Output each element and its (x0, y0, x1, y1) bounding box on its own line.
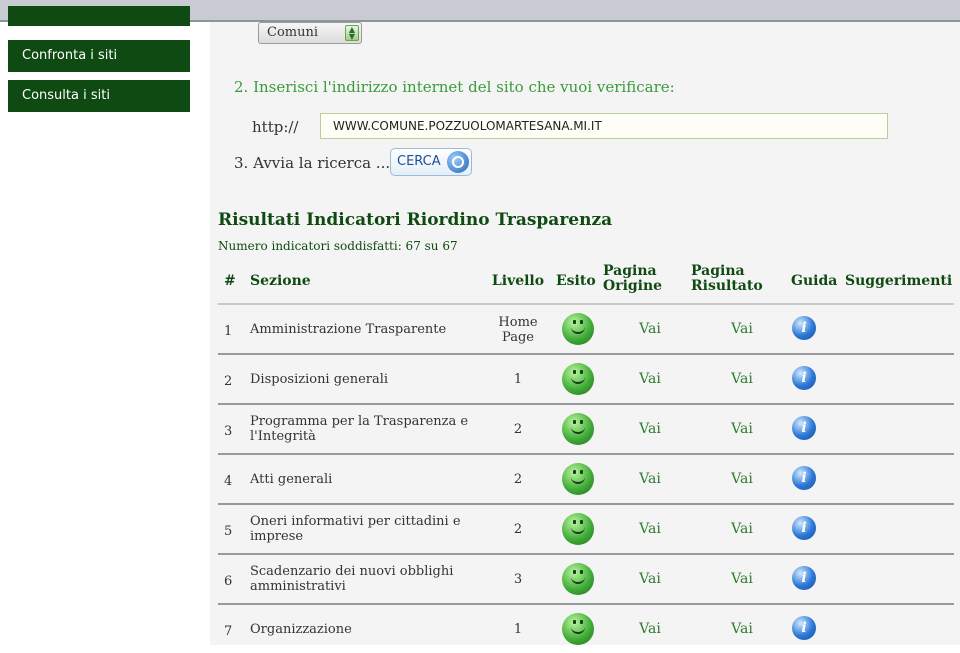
smiley-ok-icon (562, 413, 594, 445)
vai-risultato-link[interactable]: Vai (712, 422, 772, 437)
header-esito: Esito (556, 273, 596, 289)
step-3-label: 3. Avvia la ricerca ... (234, 154, 390, 172)
info-icon[interactable]: i (792, 366, 816, 390)
vai-origine-link[interactable]: Vai (630, 472, 670, 487)
header-pagina-risultato: Pagina Risultato (691, 263, 763, 294)
cerca-button[interactable]: CERCA (390, 148, 472, 176)
info-icon[interactable]: i (792, 566, 816, 590)
row-livello: 1 (513, 622, 523, 637)
smiley-ok-icon (562, 463, 594, 495)
vai-risultato-link[interactable]: Vai (712, 622, 772, 637)
row-num: 1 (224, 324, 233, 339)
cerca-label: CERCA (397, 154, 441, 169)
sidebar-item-confronta[interactable]: Confronta i siti (8, 40, 190, 72)
row-num: 6 (224, 574, 233, 589)
header-pagina-origine: Pagina Origine (603, 263, 663, 294)
row-sezione: Amministrazione Trasparente (250, 322, 447, 337)
step-3-number: 3. (234, 154, 249, 172)
vai-origine-link[interactable]: Vai (630, 422, 670, 437)
row-livello: 1 (513, 372, 523, 387)
vai-risultato-link[interactable]: Vai (712, 472, 772, 487)
table-header: # Sezione Livello Esito Pagina Origine P… (218, 258, 954, 305)
row-livello: 2 (513, 522, 523, 537)
step-2-label: 2. Inserisci l'indirizzo internet del si… (234, 78, 675, 96)
search-icon (447, 151, 469, 173)
vai-risultato-link[interactable]: Vai (712, 522, 772, 537)
row-num: 4 (224, 474, 233, 489)
select-stepper-icon[interactable]: ▲ ▼ (345, 25, 359, 41)
row-num: 3 (224, 424, 233, 439)
info-icon[interactable]: i (792, 416, 816, 440)
info-icon[interactable]: i (792, 616, 816, 640)
url-input[interactable] (320, 113, 888, 139)
sidebar-item-partial[interactable] (8, 6, 190, 26)
info-icon[interactable]: i (792, 516, 816, 540)
row-num: 7 (224, 624, 233, 639)
smiley-ok-icon (562, 513, 594, 545)
header-sezione: Sezione (250, 273, 311, 289)
row-livello: 2 (513, 472, 523, 487)
row-livello: Home Page (498, 315, 538, 345)
table-row: 5 Oneri informativi per cittadini e impr… (218, 505, 954, 555)
row-sezione: Programma per la Trasparenza e l'Integri… (250, 414, 469, 444)
vai-origine-link[interactable]: Vai (630, 572, 670, 587)
table-row: 2 Disposizioni generali 1 Vai Vai i (218, 355, 954, 405)
row-sezione: Atti generali (250, 472, 333, 487)
header-guida: Guida (791, 273, 838, 289)
results-title: Risultati Indicatori Riordino Trasparenz… (218, 210, 613, 230)
type-select[interactable]: Comuni ▲ ▼ (258, 22, 362, 44)
smiley-ok-icon (562, 613, 594, 645)
header-suggerimenti: Suggerimenti (845, 273, 953, 289)
info-icon[interactable]: i (792, 316, 816, 340)
smiley-ok-icon (562, 313, 594, 345)
type-select-value: Comuni (267, 25, 319, 40)
table-row: 7 Organizzazione 1 Vai Vai i (218, 605, 954, 653)
table-row: 1 Amministrazione Trasparente Home Page … (218, 305, 954, 355)
header-num: # (224, 273, 236, 289)
sidebar-item-consulta[interactable]: Consulta i siti (8, 80, 190, 112)
table-row: 3 Programma per la Trasparenza e l'Integ… (218, 405, 954, 455)
vai-risultato-link[interactable]: Vai (712, 322, 772, 337)
info-icon[interactable]: i (792, 466, 816, 490)
results-count: Numero indicatori soddisfatti: 67 su 67 (218, 239, 458, 253)
header-livello: Livello (491, 273, 545, 289)
row-livello: 2 (513, 422, 523, 437)
table-row: 6 Scadenzario dei nuovi obblighi amminis… (218, 555, 954, 605)
smiley-ok-icon (562, 563, 594, 595)
http-prefix: http:// (252, 118, 299, 136)
table-row: 4 Atti generali 2 Vai Vai i (218, 455, 954, 505)
vai-origine-link[interactable]: Vai (630, 522, 670, 537)
row-num: 2 (224, 374, 233, 389)
results-table: # Sezione Livello Esito Pagina Origine P… (218, 258, 954, 653)
main-content: Comuni ▲ ▼ 2. Inserisci l'indirizzo inter… (210, 22, 960, 645)
row-num: 5 (224, 524, 233, 539)
step-2-number: 2. (234, 78, 249, 96)
row-sezione: Organizzazione (250, 622, 352, 637)
vai-origine-link[interactable]: Vai (630, 372, 670, 387)
step-3-text: Avvia la ricerca ... (253, 154, 391, 172)
row-livello: 3 (513, 572, 523, 587)
sidebar: Confronta i siti Consulta i siti (0, 6, 210, 645)
vai-origine-link[interactable]: Vai (630, 622, 670, 637)
row-sezione: Scadenzario dei nuovi obblighi amministr… (250, 564, 454, 594)
row-sezione: Oneri informativi per cittadini e impres… (250, 514, 461, 544)
vai-origine-link[interactable]: Vai (630, 322, 670, 337)
step-2-text: Inserisci l'indirizzo internet del sito … (253, 78, 675, 96)
smiley-ok-icon (562, 363, 594, 395)
row-sezione: Disposizioni generali (250, 372, 389, 387)
vai-risultato-link[interactable]: Vai (712, 572, 772, 587)
vai-risultato-link[interactable]: Vai (712, 372, 772, 387)
